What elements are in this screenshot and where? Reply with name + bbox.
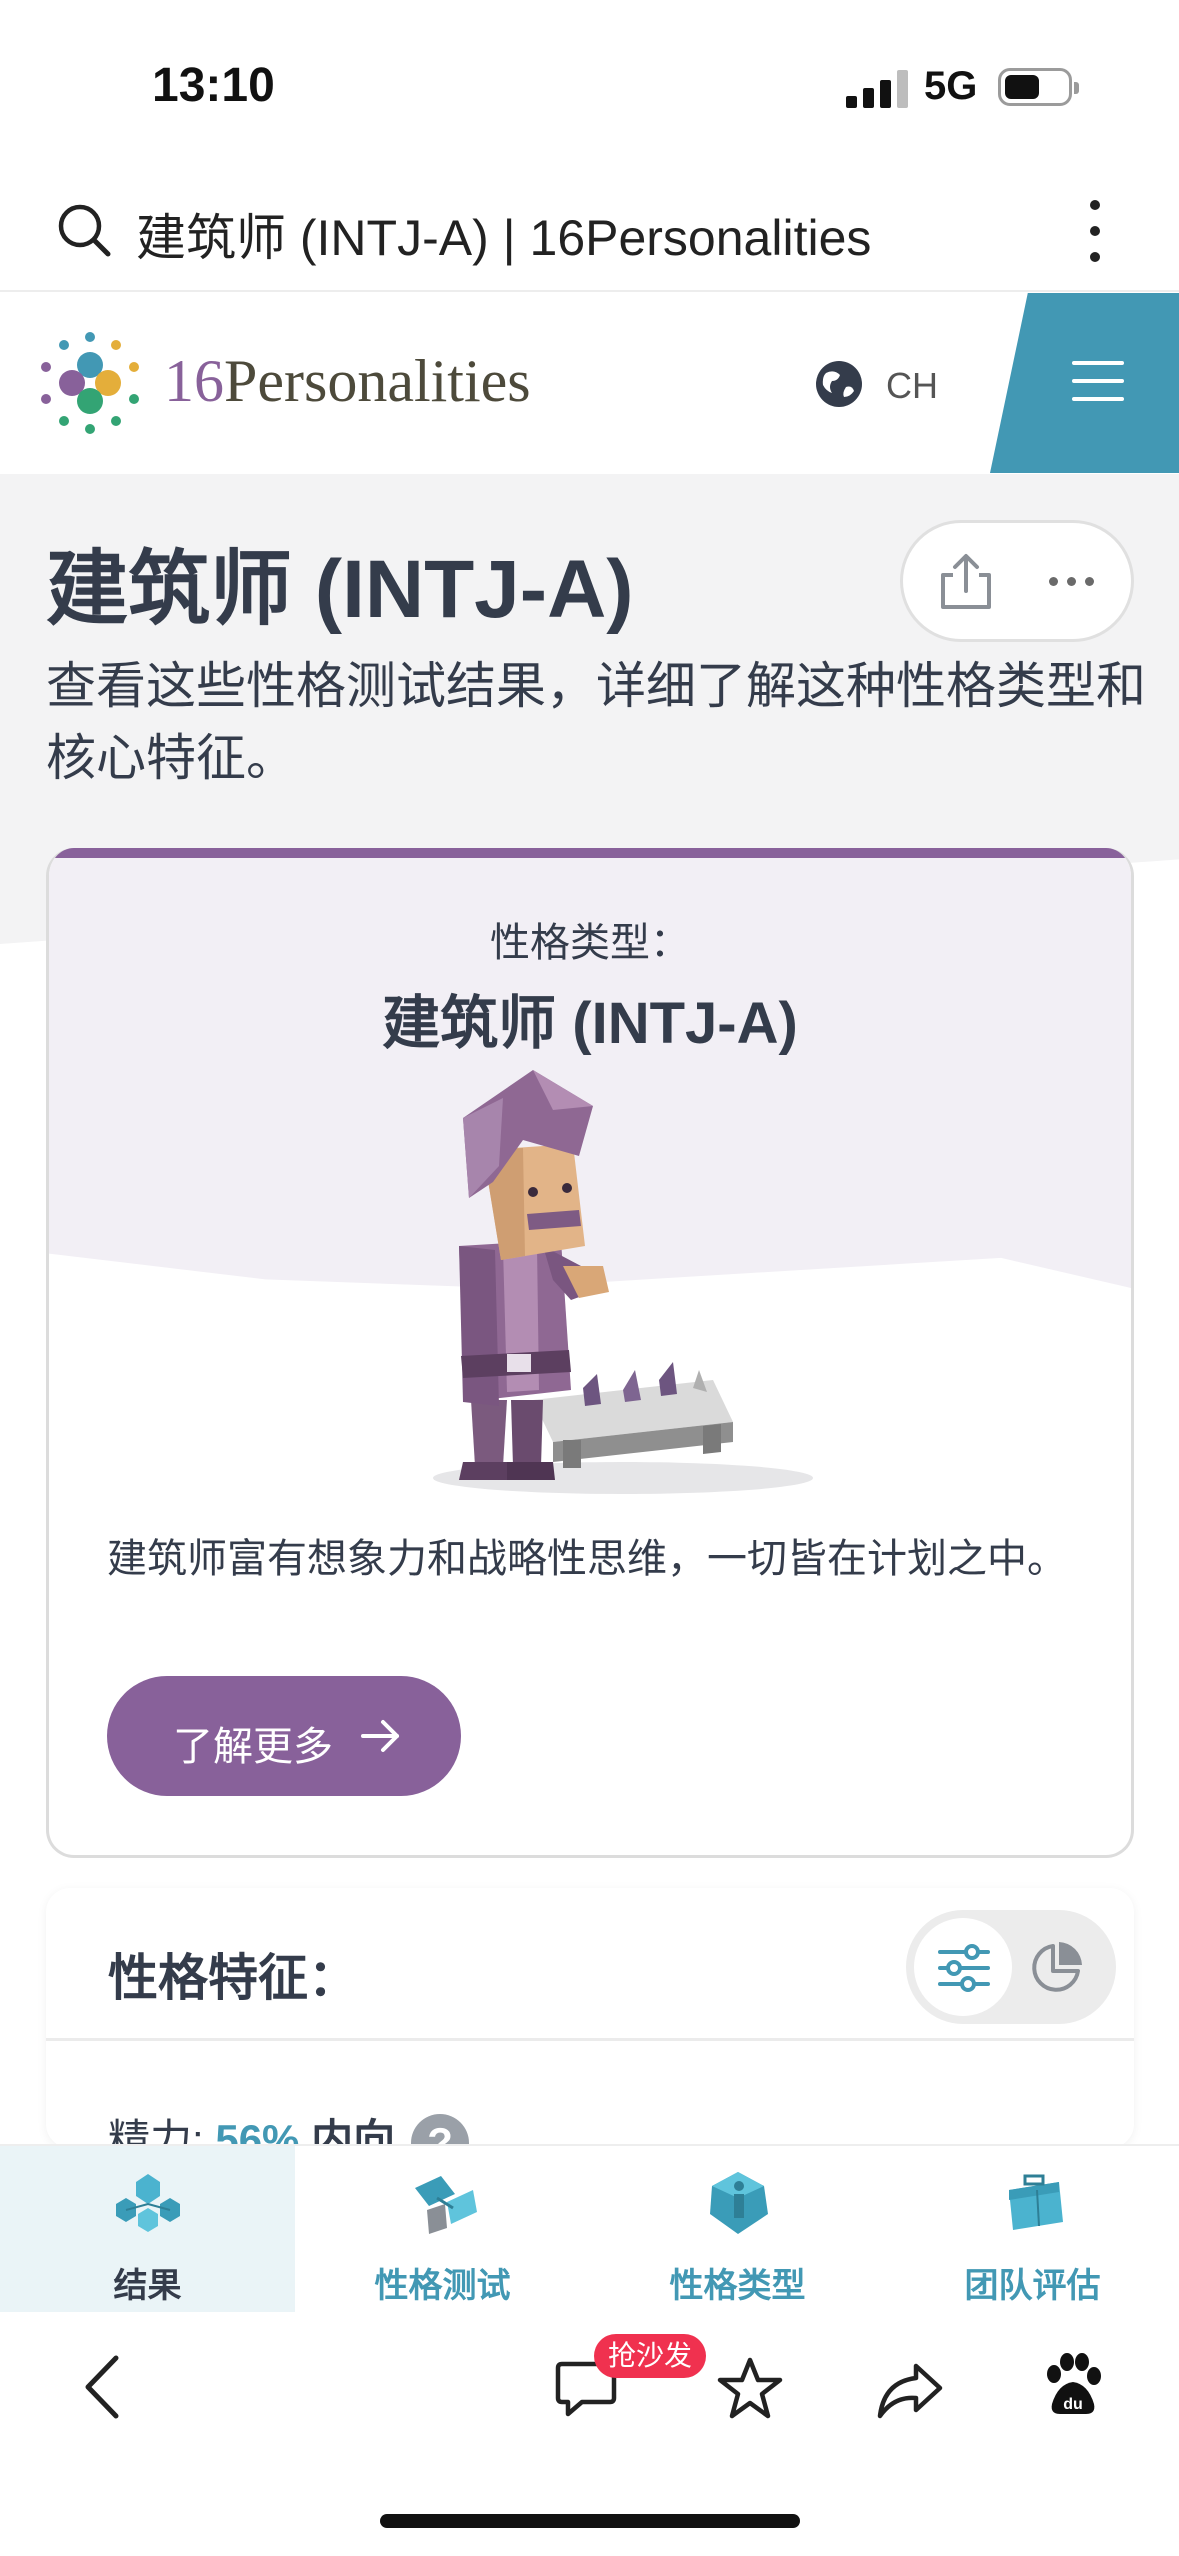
test-icon: [415, 2176, 477, 2234]
learn-more-label: 了解更多: [173, 1725, 333, 1769]
traits-title: 性格特征：: [108, 1950, 358, 2006]
browser-address-bar[interactable]: 建筑师 (INTJ-A) | 16Personalities: [0, 160, 1179, 292]
card-description: 建筑师富有想象力和战略性思维，一切皆在计划之中。: [107, 1537, 1067, 1581]
card-label: 性格类型：: [490, 921, 690, 965]
browser-menu-icon[interactable]: [1080, 196, 1110, 266]
arrow-right-icon: [361, 1720, 399, 1752]
battery-icon: [998, 68, 1079, 106]
tab-navigation: 结果 性格测试 性格类型 团队评估: [0, 2144, 1179, 2312]
network-type: 5G: [924, 64, 978, 108]
home-indicator[interactable]: [380, 2514, 800, 2528]
more-options-icon[interactable]: [1049, 577, 1099, 589]
comment-badge[interactable]: 抢沙发: [594, 2334, 707, 2378]
search-icon[interactable]: [56, 202, 112, 258]
page-title: 建筑师 (INTJ-A): [46, 544, 634, 635]
baidu-paw-icon[interactable]: du: [1042, 2352, 1104, 2418]
logo-icon[interactable]: [34, 327, 146, 439]
logo-word: Personalities: [224, 348, 531, 414]
logo-number: 16: [164, 348, 224, 414]
architect-character-illustration: [433, 1070, 813, 1494]
traits-card: 性格特征： 精力: 56% 内向?: [46, 1888, 1134, 2148]
tab-results[interactable]: 结果: [0, 2146, 295, 2312]
view-toggle: [906, 1910, 1116, 2024]
site-logo[interactable]: 16Personalities: [164, 347, 531, 416]
globe-icon[interactable]: [814, 359, 864, 409]
card-accent-bar: [49, 848, 1131, 858]
sliders-icon[interactable]: [936, 1940, 992, 1996]
tab-team-assessment[interactable]: 团队评估: [885, 2146, 1179, 2312]
language-selector[interactable]: CH: [886, 365, 938, 407]
share-actions: [900, 520, 1134, 642]
status-time: 13:10: [152, 59, 275, 112]
tab-label: 团队评估: [964, 2267, 1101, 2305]
card-title: 建筑师 (INTJ-A): [382, 991, 798, 1056]
tab-label: 性格类型: [669, 2267, 806, 2305]
svg-text:du: du: [1063, 2396, 1083, 2413]
page-subtitle: 查看这些性格测试结果，详细了解这种性格类型和核心特征。: [46, 658, 1146, 786]
team-icon: [1009, 2174, 1063, 2230]
traits-divider: [46, 2038, 1134, 2041]
cellular-signal-icon: [846, 70, 908, 108]
site-header: 16Personalities CH: [0, 293, 1179, 473]
pie-chart-icon[interactable]: [1026, 1938, 1086, 1998]
back-icon[interactable]: [80, 2352, 124, 2422]
page-url-title[interactable]: 建筑师 (INTJ-A) | 16Personalities: [136, 198, 871, 270]
types-icon: [710, 2172, 768, 2234]
trait-row-energy: 精力: 56% 内向?: [108, 2106, 470, 2148]
tab-personality-types[interactable]: 性格类型: [590, 2146, 885, 2312]
hamburger-menu-icon[interactable]: [1072, 359, 1124, 403]
share-forward-icon[interactable]: [876, 2360, 944, 2420]
learn-more-button[interactable]: 了解更多: [107, 1676, 461, 1796]
star-icon[interactable]: [716, 2356, 784, 2422]
results-icon: [116, 2174, 180, 2232]
tab-personality-test[interactable]: 性格测试: [295, 2146, 590, 2312]
status-bar: 13:10 5G: [0, 0, 1179, 160]
tab-label: 结果: [113, 2267, 182, 2305]
personality-type-card: 性格类型： 建筑师 (INTJ-A) 建筑师富有想象力和战略性思维，一切皆在计划…: [46, 848, 1134, 1858]
share-icon[interactable]: [935, 551, 997, 613]
help-icon[interactable]: ?: [411, 2113, 470, 2148]
tab-label: 性格测试: [374, 2267, 511, 2305]
